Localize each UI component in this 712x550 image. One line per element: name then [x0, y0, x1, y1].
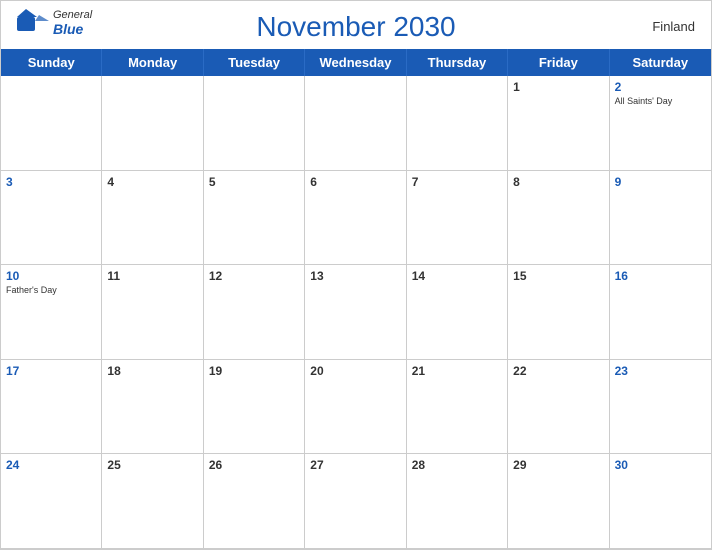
cell-date: 25 — [107, 458, 197, 472]
calendar-cell: 15 — [508, 265, 609, 360]
calendar-cell: 19 — [204, 360, 305, 455]
calendar-cell — [102, 76, 203, 171]
calendar-cell: 2 All Saints' Day — [610, 76, 711, 171]
cell-date: 30 — [615, 458, 706, 472]
calendar-cell: 29 — [508, 454, 609, 549]
cell-date: 13 — [310, 269, 400, 283]
cell-date: 14 — [412, 269, 502, 283]
calendar-cell: 11 — [102, 265, 203, 360]
calendar-cell: 28 — [407, 454, 508, 549]
calendar-cell: 23 — [610, 360, 711, 455]
calendar-cell: 22 — [508, 360, 609, 455]
cell-date: 27 — [310, 458, 400, 472]
day-tuesday: Tuesday — [204, 49, 305, 76]
cell-date: 26 — [209, 458, 299, 472]
cell-date: 16 — [615, 269, 706, 283]
calendar-cell: 25 — [102, 454, 203, 549]
calendar-cell: 20 — [305, 360, 406, 455]
day-wednesday: Wednesday — [305, 49, 406, 76]
cell-date: 2 — [615, 80, 706, 94]
country-label: Finland — [652, 19, 695, 34]
calendar-cell: 3 — [1, 171, 102, 266]
cell-date: 22 — [513, 364, 603, 378]
logo-icon — [17, 9, 49, 37]
holiday-name: All Saints' Day — [615, 96, 706, 106]
calendar-cell: 30 — [610, 454, 711, 549]
calendar-cell: 21 — [407, 360, 508, 455]
calendar-cell: 5 — [204, 171, 305, 266]
cell-date: 10 — [6, 269, 96, 283]
calendar-cell: 18 — [102, 360, 203, 455]
calendar-cell: 12 — [204, 265, 305, 360]
logo: General Blue — [17, 9, 92, 37]
cell-date: 15 — [513, 269, 603, 283]
cell-date: 18 — [107, 364, 197, 378]
calendar-cell — [1, 76, 102, 171]
day-monday: Monday — [102, 49, 203, 76]
cell-date: 24 — [6, 458, 96, 472]
calendar-cell — [204, 76, 305, 171]
cell-date: 11 — [107, 269, 197, 283]
cell-date: 6 — [310, 175, 400, 189]
calendar-cell: 8 — [508, 171, 609, 266]
day-sunday: Sunday — [1, 49, 102, 76]
cell-date: 20 — [310, 364, 400, 378]
calendar-cell: 9 — [610, 171, 711, 266]
calendar-cell: 14 — [407, 265, 508, 360]
calendar-cell: 6 — [305, 171, 406, 266]
calendar-cell: 4 — [102, 171, 203, 266]
logo-line1: General — [53, 9, 92, 21]
calendar-cell: 26 — [204, 454, 305, 549]
calendar-cell: 16 — [610, 265, 711, 360]
day-friday: Friday — [508, 49, 609, 76]
cell-date: 28 — [412, 458, 502, 472]
cell-date: 17 — [6, 364, 96, 378]
calendar-cell: 7 — [407, 171, 508, 266]
cell-date: 4 — [107, 175, 197, 189]
cell-date: 21 — [412, 364, 502, 378]
cell-date: 7 — [412, 175, 502, 189]
calendar-cell: 27 — [305, 454, 406, 549]
holiday-name: Father's Day — [6, 285, 96, 295]
logo-line2: Blue — [53, 21, 92, 37]
calendar-grid: 12All Saints' Day345678910Father's Day11… — [1, 76, 711, 549]
cell-date: 12 — [209, 269, 299, 283]
calendar-cell — [305, 76, 406, 171]
cell-date: 5 — [209, 175, 299, 189]
calendar-cell: 1 — [508, 76, 609, 171]
calendar-cell — [407, 76, 508, 171]
day-saturday: Saturday — [610, 49, 711, 76]
calendar-cell: 13 — [305, 265, 406, 360]
calendar-title: November 2030 — [256, 11, 455, 43]
cell-date: 29 — [513, 458, 603, 472]
day-thursday: Thursday — [407, 49, 508, 76]
cell-date: 9 — [615, 175, 706, 189]
calendar-cell: 10 Father's Day — [1, 265, 102, 360]
cell-date: 23 — [615, 364, 706, 378]
calendar-cell: 24 — [1, 454, 102, 549]
cell-date: 19 — [209, 364, 299, 378]
calendar-header: General Blue November 2030 Finland — [1, 1, 711, 49]
cell-date: 8 — [513, 175, 603, 189]
cell-date: 3 — [6, 175, 96, 189]
calendar-container: General Blue November 2030 Finland Sunda… — [0, 0, 712, 550]
calendar-cell: 17 — [1, 360, 102, 455]
cell-date: 1 — [513, 80, 603, 94]
days-header: Sunday Monday Tuesday Wednesday Thursday… — [1, 49, 711, 76]
